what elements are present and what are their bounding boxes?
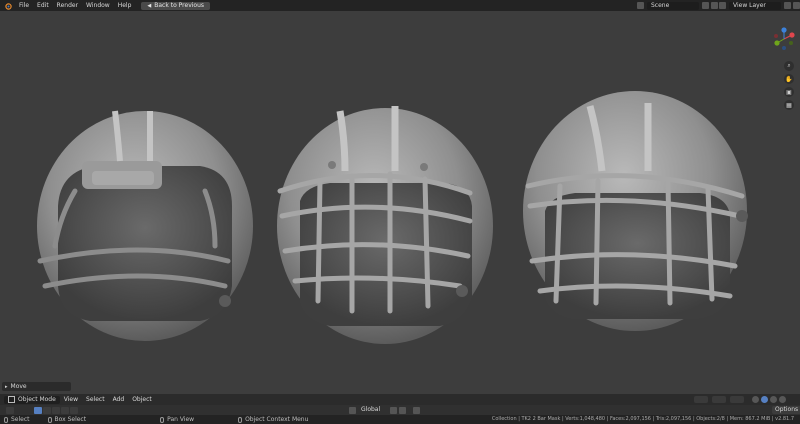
wireframe-shading-icon[interactable] — [752, 396, 759, 403]
scene-statistics: Collection | TK2 2 Bar Mask | Verts:1,04… — [491, 416, 794, 422]
hint-pan-view: Pan View — [160, 416, 194, 423]
blender-logo-icon[interactable] — [3, 1, 12, 10]
operator-panel[interactable]: ▸ Move — [2, 382, 71, 391]
mouse-left-icon — [4, 416, 8, 423]
gizmo-toggle-icon[interactable] — [712, 396, 726, 403]
new-view-layer-icon[interactable] — [784, 2, 791, 9]
view-layer-field[interactable]: View Layer — [729, 1, 781, 10]
mouse-right-icon — [238, 416, 243, 423]
overlay-toggle-icon[interactable] — [730, 396, 744, 403]
shading-modes — [752, 396, 788, 403]
new-scene-icon[interactable] — [702, 2, 709, 9]
3d-viewport[interactable]: ⌕ ✋ ▣ ▦ ▸ Move — [0, 11, 800, 405]
proportional-edit-icon[interactable] — [413, 406, 421, 414]
mode-label: Object Mode — [18, 395, 56, 403]
hint-box-select-label: Box Select — [54, 416, 87, 423]
select-mode-extend-icon[interactable] — [43, 406, 51, 414]
viewport-nav-tools: ⌕ ✋ ▣ ▦ — [784, 61, 794, 113]
mouse-drag-icon — [47, 416, 52, 423]
tool-icon[interactable] — [6, 406, 14, 414]
pivot-icon[interactable] — [390, 406, 398, 414]
navigation-gizmo[interactable] — [772, 27, 796, 51]
x-axis-handle[interactable] — [789, 32, 795, 38]
hint-context-menu: Object Context Menu — [238, 416, 308, 423]
pan-hand-icon[interactable]: ✋ — [784, 74, 794, 84]
orientation-field[interactable]: Global — [357, 406, 384, 414]
rendered-shading-icon[interactable] — [779, 396, 786, 403]
select-mode-subtract-icon[interactable] — [52, 406, 60, 414]
hint-select-label: Select — [11, 416, 30, 423]
back-arrow-icon: ◀ — [147, 2, 152, 9]
y-axis-handle[interactable] — [774, 40, 780, 46]
helmets-render — [37, 91, 748, 344]
select-mode-invert-icon[interactable] — [61, 406, 69, 414]
object-mode-icon — [8, 396, 15, 403]
menu-window[interactable]: Window — [82, 0, 114, 11]
grid-view-icon[interactable]: ▦ — [784, 100, 794, 110]
solid-shading-icon[interactable] — [761, 396, 768, 403]
back-to-previous-button[interactable]: ◀ Back to Previous — [141, 1, 211, 10]
z-axis-handle[interactable] — [781, 27, 787, 33]
header-menu-select[interactable]: Select — [82, 394, 109, 405]
orientation-icon[interactable] — [349, 406, 356, 414]
visibility-icon[interactable] — [694, 396, 708, 403]
hint-pan-view-label: Pan View — [167, 416, 195, 423]
view-layer-selector: View Layer — [718, 1, 800, 10]
scene-selector: Scene — [636, 1, 719, 10]
delete-scene-icon[interactable] — [711, 2, 718, 9]
hint-context-menu-label: Object Context Menu — [245, 416, 309, 423]
helmet-left — [37, 110, 253, 341]
header-menu-add[interactable]: Add — [109, 394, 129, 405]
operator-panel-label: Move — [10, 383, 27, 390]
helmet-center — [277, 105, 493, 344]
view-layer-icon[interactable] — [719, 2, 726, 9]
mode-selector[interactable]: Object Mode — [4, 395, 60, 404]
helmet-right — [523, 91, 748, 331]
camera-icon[interactable]: ▣ — [784, 87, 794, 97]
mouse-middle-icon — [160, 416, 165, 423]
status-bar: Select Box Select Pan View Object Contex… — [0, 415, 800, 424]
zoom-icon[interactable]: ⌕ — [784, 61, 794, 71]
menu-file[interactable]: File — [15, 0, 33, 11]
header-menu-object[interactable]: Object — [128, 394, 156, 405]
options-button[interactable]: Options — [772, 406, 800, 414]
menu-help[interactable]: Help — [114, 0, 136, 11]
header-menu-view[interactable]: View — [60, 394, 82, 405]
snap-icon[interactable] — [399, 406, 407, 414]
scene-icon[interactable] — [637, 2, 644, 9]
delete-view-layer-icon[interactable] — [793, 2, 800, 9]
hint-select: Select — [4, 416, 30, 423]
transform-controls: Global — [348, 406, 421, 414]
material-shading-icon[interactable] — [770, 396, 777, 403]
back-to-previous-label: Back to Previous — [154, 1, 205, 9]
viewport-header: Object Mode View Select Add Object — [0, 394, 800, 405]
hint-box-select: Box Select — [47, 416, 87, 423]
select-mode-new-icon[interactable] — [34, 406, 42, 414]
expand-caret-icon: ▸ — [5, 383, 8, 390]
menu-edit[interactable]: Edit — [33, 0, 53, 11]
select-mode-intersect-icon[interactable] — [70, 406, 78, 414]
scene-field[interactable]: Scene — [647, 1, 699, 10]
menu-render[interactable]: Render — [53, 0, 82, 11]
